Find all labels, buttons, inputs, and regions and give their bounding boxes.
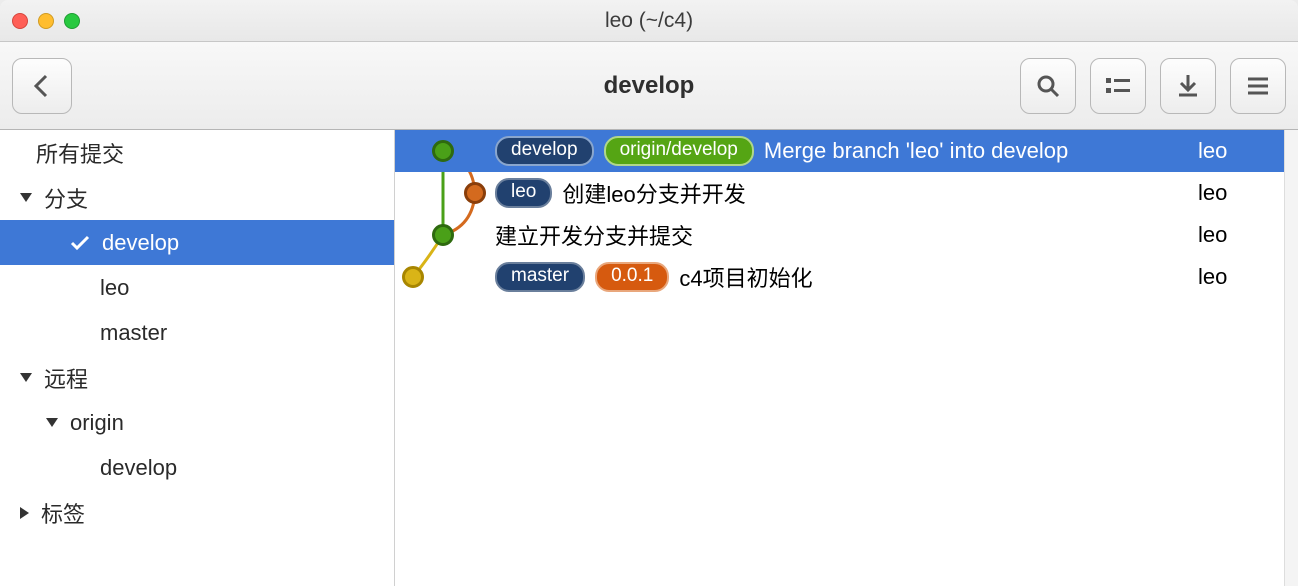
commit-graph-cell: [395, 130, 495, 172]
sidebar-branch-item[interactable]: develop: [0, 220, 394, 265]
sidebar-all-commits[interactable]: 所有提交: [0, 130, 394, 175]
commit-message-cell: develop origin/develop Merge branch 'leo' …: [495, 136, 1198, 166]
sidebar-branches-label: 分支: [44, 182, 88, 214]
zoom-window-button[interactable]: [64, 13, 80, 29]
minimize-window-button[interactable]: [38, 13, 54, 29]
commit-author: leo: [1198, 264, 1298, 290]
close-window-button[interactable]: [12, 13, 28, 29]
list-icon: [1104, 75, 1132, 97]
sidebar: 所有提交 分支 develop leo master 远程 origin devel…: [0, 130, 395, 586]
sidebar-remotes-header[interactable]: 远程: [0, 355, 394, 400]
sidebar-remotes-label: 远程: [44, 362, 88, 394]
commit-list: develop origin/develop Merge branch 'leo' …: [395, 130, 1298, 586]
commit-author: leo: [1198, 138, 1298, 164]
commit-message-text: 创建leo分支并开发: [562, 177, 745, 209]
back-button[interactable]: [12, 58, 72, 114]
window-titlebar: leo (~/c4): [0, 0, 1298, 42]
commit-row[interactable]: 建立开发分支并提交 leo: [395, 214, 1298, 256]
sidebar-remote-origin[interactable]: origin: [0, 400, 394, 445]
commit-author: leo: [1198, 222, 1298, 248]
commit-message-cell: 建立开发分支并提交: [495, 219, 1198, 251]
sidebar-all-commits-label: 所有提交: [36, 137, 124, 169]
ref-badge: origin/develop: [604, 136, 754, 166]
commit-graph-cell: [395, 214, 495, 256]
commit-graph-cell: [395, 172, 495, 214]
ref-badge: develop: [495, 136, 594, 166]
commit-message-text: c4项目初始化: [679, 261, 812, 293]
commit-row[interactable]: master 0.0.1 c4项目初始化 leo: [395, 256, 1298, 298]
main-area: 所有提交 分支 develop leo master 远程 origin devel…: [0, 130, 1298, 586]
ref-badge: leo: [495, 178, 552, 208]
commit-row[interactable]: leo 创建leo分支并开发 leo: [395, 172, 1298, 214]
sidebar-branches-header[interactable]: 分支: [0, 175, 394, 220]
hamburger-icon: [1246, 76, 1270, 96]
commit-message-cell: leo 创建leo分支并开发: [495, 177, 1198, 209]
menu-button[interactable]: [1230, 58, 1286, 114]
sidebar-remote-branch-label: develop: [100, 455, 177, 481]
commit-node-icon: [432, 224, 454, 246]
disclosure-triangle-icon: [46, 418, 58, 427]
window-controls: [12, 13, 80, 29]
list-view-button[interactable]: [1090, 58, 1146, 114]
sidebar-branch-label: leo: [100, 275, 129, 301]
commit-node-icon: [432, 140, 454, 162]
sidebar-branch-label: master: [100, 320, 167, 346]
commit-row[interactable]: develop origin/develop Merge branch 'leo' …: [395, 130, 1298, 172]
scrollbar[interactable]: [1284, 130, 1298, 586]
search-icon: [1035, 73, 1061, 99]
commit-author: leo: [1198, 180, 1298, 206]
sidebar-branch-item[interactable]: leo: [0, 265, 394, 310]
sidebar-remote-name: origin: [70, 410, 124, 436]
sidebar-tags-header[interactable]: 标签: [0, 490, 394, 535]
commit-message-text: Merge branch 'leo' into develop: [764, 138, 1068, 164]
window-title: leo (~/c4): [0, 9, 1298, 33]
commit-graph-cell: [395, 256, 495, 298]
commit-message-cell: master 0.0.1 c4项目初始化: [495, 261, 1198, 293]
check-icon: [70, 235, 90, 251]
disclosure-triangle-icon: [20, 373, 32, 382]
commit-message-text: 建立开发分支并提交: [495, 219, 693, 251]
fetch-button[interactable]: [1160, 58, 1216, 114]
download-icon: [1176, 73, 1200, 99]
commit-node-icon: [402, 266, 424, 288]
sidebar-tags-label: 标签: [41, 497, 85, 529]
disclosure-triangle-icon: [20, 507, 29, 519]
toolbar: develop: [0, 42, 1298, 130]
commit-node-icon: [464, 182, 486, 204]
sidebar-branch-label: develop: [102, 230, 179, 256]
ref-badge: 0.0.1: [595, 262, 669, 292]
sidebar-remote-branch-item[interactable]: develop: [0, 445, 394, 490]
disclosure-triangle-icon: [20, 193, 32, 202]
ref-badge: master: [495, 262, 585, 292]
sidebar-branch-item[interactable]: master: [0, 310, 394, 355]
search-button[interactable]: [1020, 58, 1076, 114]
